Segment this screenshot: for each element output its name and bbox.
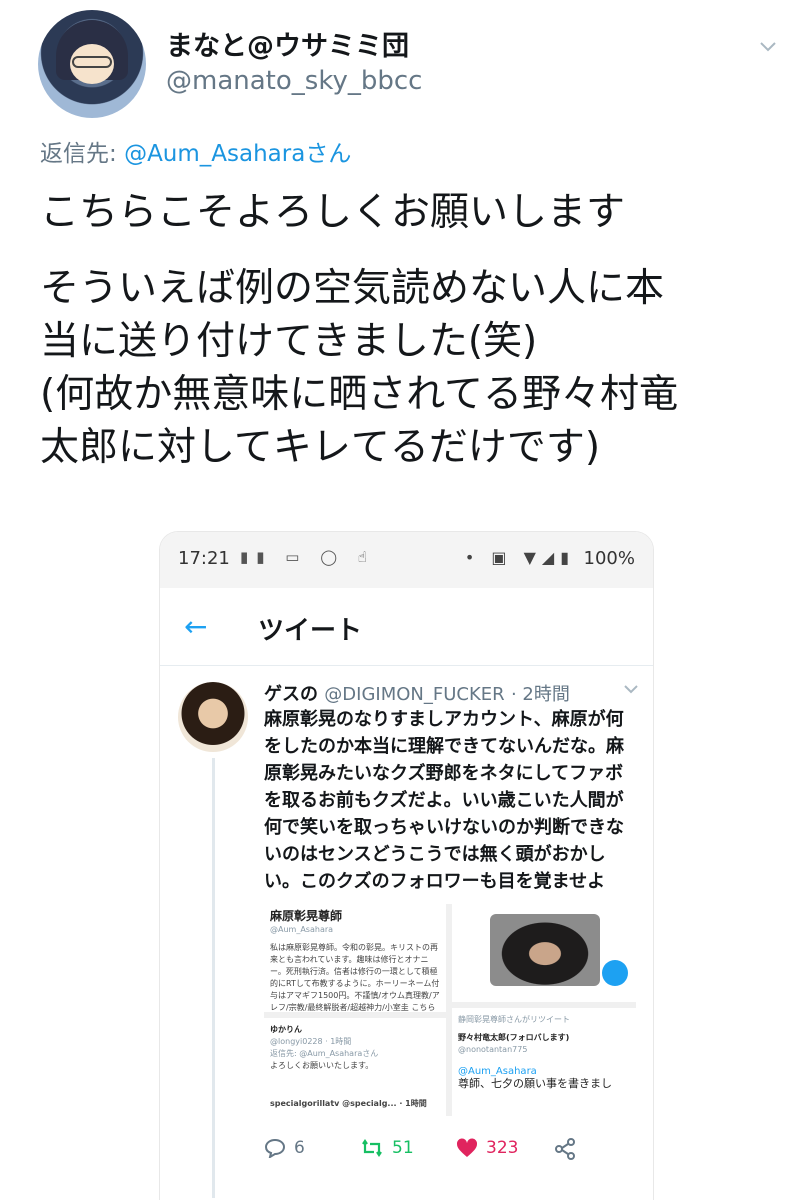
notification-icons: ▮▮ ▭ ◯ ☝ <box>240 548 375 566</box>
retweet-card-name: 野々村竜太郎(フォロバします) <box>458 1033 570 1042</box>
author-handle[interactable]: @manato_sky_bbcc <box>166 66 422 96</box>
reply-to-line: 返信先: @Aum_Asaharaさん <box>40 134 351 168</box>
inner-media-grid[interactable]: 麻原彰晃尊師 @Aum_Asahara 私は麻原彰晃尊師。令和の彰晃。キリストの… <box>264 904 636 1116</box>
retweet-card-handle: @nonotantan775 <box>458 1045 528 1054</box>
chevron-down-icon[interactable] <box>623 682 639 696</box>
thread-line <box>212 758 215 1198</box>
tweet-text-line: 太郎に対してキレてるだけです) <box>40 425 601 470</box>
app-bar: ← ツイート <box>160 588 653 666</box>
like-button[interactable]: 323 <box>456 1138 518 1158</box>
tweet-text-para2: そういえば例の空気読めない人に本 当に送り付けてきました(笑) (何故か無意味に… <box>40 262 780 474</box>
portrait-photo <box>490 914 600 986</box>
reply-button[interactable]: 6 <box>264 1138 305 1158</box>
status-time: 17:21 <box>178 548 230 569</box>
app-bar-title: ツイート <box>258 616 363 646</box>
tweet-text-line: 当に送り付けてきました(笑) <box>40 319 538 364</box>
retweet-card-label: 静岡彰晃尊師さんがリツイート <box>458 1015 570 1024</box>
share-button[interactable] <box>554 1138 576 1160</box>
reply-prefix: 返信先: <box>40 141 125 167</box>
inner-timestamp: · 2時間 <box>510 684 570 705</box>
inner-tweet-text: 麻原彰晃のなりすましアカウント、麻原が何をしたのか本当に理解できてないんだな。麻… <box>264 709 624 892</box>
inner-author-avatar[interactable] <box>178 682 248 752</box>
reply-count: 6 <box>294 1138 305 1158</box>
retweet-button[interactable]: 51 <box>360 1138 414 1158</box>
tweet-text-line: (何故か無意味に晒されてる野々村竜 <box>40 372 679 417</box>
reply-card-text: よろしくお願いいたします。 <box>270 1061 374 1070</box>
profile-card-bio: 私は麻原彰晃尊師。令和の彰晃。キリストの再来とも言われています。趣味は修行とオナ… <box>270 943 440 1012</box>
media-retweet-card[interactable]: 静岡彰晃尊師さんがリツイート 野々村竜太郎(フォロバします) @nonotant… <box>452 1008 636 1116</box>
phone-status-bar: 17:21 ▮▮ ▭ ◯ ☝ • ▣ ▼◢▮ 100% <box>160 532 653 588</box>
media-profile-card[interactable]: 麻原彰晃尊師 @Aum_Asahara 私は麻原彰晃尊師。令和の彰晃。キリストの… <box>264 904 446 1012</box>
profile-card-handle: @Aum_Asahara <box>270 925 334 934</box>
tweet-text-line: そういえば例の空気読めない人に本 <box>40 266 665 311</box>
reply-card-handle: @longyi0228 · 1時間 <box>270 1037 352 1046</box>
reply-icon <box>264 1138 286 1158</box>
profile-card-title: 麻原彰晃尊師 <box>270 909 343 923</box>
tweet-header: まなと@ウサミミ団 @manato_sky_bbcc <box>38 10 788 120</box>
retweet-card-text: 尊師、七夕の願い事を書きまし <box>458 1077 612 1090</box>
quoted-tweet: ゲスの @DIGIMON_FUCKER · 2時間 麻原彰晃のなりすましアカウン… <box>160 666 653 1200</box>
tweet-text-line1: こちらこそよろしくお願いします <box>40 190 626 235</box>
reply-card-next: specialgorillatv @specialg... · 1時間 <box>270 1099 427 1108</box>
author-display-name[interactable]: まなと@ウサミミ団 <box>166 24 409 63</box>
heart-icon <box>456 1138 478 1157</box>
reply-card-name: ゆかりん <box>270 1025 302 1034</box>
share-icon <box>555 1138 575 1160</box>
reply-suffix: さん <box>305 141 352 167</box>
chevron-down-icon[interactable] <box>758 36 778 56</box>
media-photo-card[interactable] <box>452 904 636 1002</box>
inner-author: ゲスの @DIGIMON_FUCKER · 2時間 <box>264 680 570 706</box>
system-icons: • ▣ ▼◢▮ <box>464 548 575 567</box>
author-avatar[interactable] <box>38 10 146 118</box>
like-count: 323 <box>486 1138 519 1158</box>
inner-author-name[interactable]: ゲスの <box>264 684 318 705</box>
retweet-count: 51 <box>392 1138 414 1158</box>
compose-fab-icon[interactable] <box>602 960 628 986</box>
inner-action-bar: 6 51 323 <box>264 1136 644 1166</box>
retweet-icon <box>362 1139 382 1157</box>
attached-screenshot[interactable]: 17:21 ▮▮ ▭ ◯ ☝ • ▣ ▼◢▮ 100% ← ツイート ゲスの @… <box>160 532 653 1200</box>
battery-percent: 100% <box>583 548 635 569</box>
inner-author-handle[interactable]: @DIGIMON_FUCKER <box>324 684 504 705</box>
reply-mention-link[interactable]: @Aum_Asahara <box>124 141 305 167</box>
media-reply-card[interactable]: ゆかりん @longyi0228 · 1時間 返信先: @Aum_Asahara… <box>264 1018 446 1116</box>
reply-card-replyto: 返信先: @Aum_Asaharaさん <box>270 1049 379 1058</box>
back-arrow-icon[interactable]: ← <box>184 610 207 643</box>
